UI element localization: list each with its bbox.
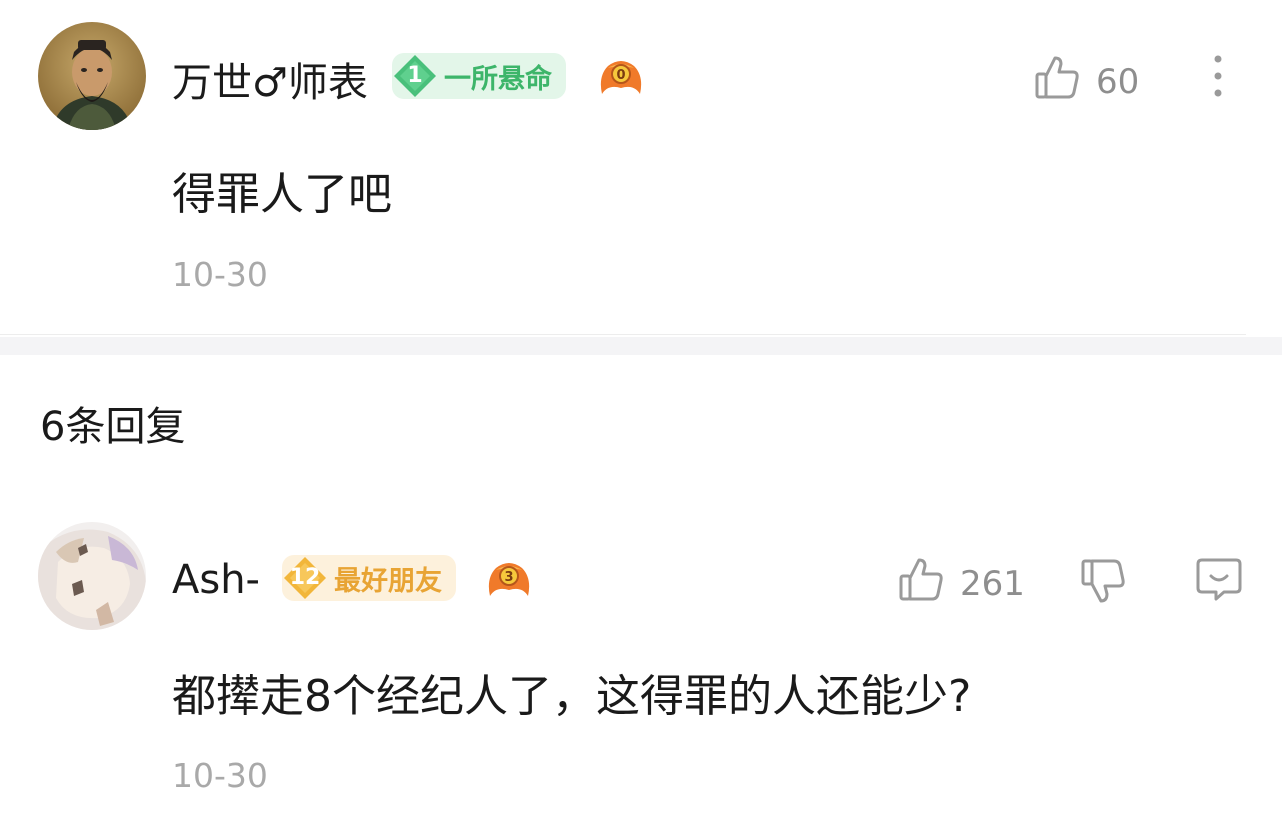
level-badge: 1 一所悬命 [392,53,566,99]
divider [0,334,1246,335]
confucius-portrait-icon [38,22,146,130]
comment-date: 10-30 [172,255,268,294]
like-button[interactable] [898,556,944,602]
mascot-number: 3 [504,570,513,585]
thumbs-down-icon [1081,559,1125,603]
level-number: 12 [289,565,321,590]
level-gem-icon: 12 [282,555,328,601]
mascot-icon: 0 [596,54,646,100]
dislike-button[interactable] [1080,558,1126,604]
comment-text: 得罪人了吧 [172,169,392,220]
like-count: 261 [960,564,1025,604]
badge-label: 最好朋友 [334,565,442,597]
badge-label: 一所悬命 [444,63,552,95]
level-gem-icon: 1 [392,53,438,99]
section-separator [0,337,1282,355]
more-button[interactable] [1208,54,1228,100]
reply-username[interactable]: Ash- [172,557,260,603]
reply-text: 都撵走8个经纪人了，这得罪的人还能少? [172,671,972,722]
reply-bubble-icon [1196,558,1242,601]
reply-button[interactable] [1196,556,1242,602]
anime-avatar-icon [38,522,146,630]
avatar[interactable] [38,22,146,130]
mascot-number: 0 [616,68,625,83]
comment-username[interactable]: 万世♂师表 [172,50,368,108]
thumbs-up-icon [899,558,943,601]
like-button[interactable] [1034,54,1080,100]
reply-date: 10-30 [172,756,268,795]
level-badge: 12 最好朋友 [282,555,456,601]
avatar[interactable] [38,522,146,630]
like-count: 60 [1096,62,1140,102]
thumbs-up-icon [1035,56,1079,99]
level-number: 1 [407,63,423,88]
reply-count-header: 6条回复 [40,404,186,450]
mascot-icon: 3 [484,556,534,602]
more-vertical-icon [1214,55,1222,97]
